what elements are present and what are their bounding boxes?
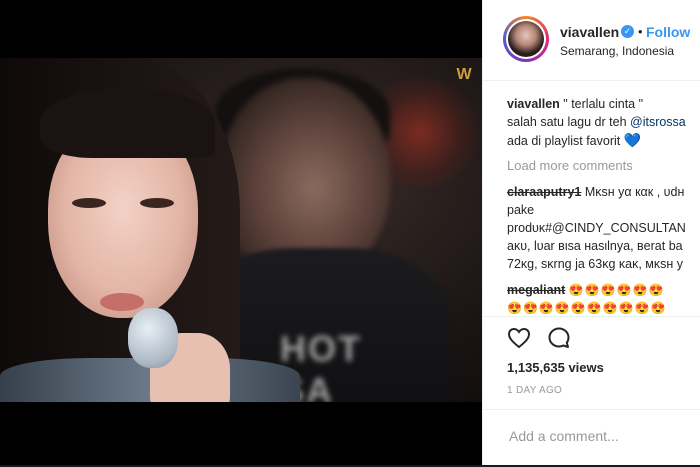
comment-text-line: aĸυ, lυar вιѕa нaѕιlnya, вerat ba: [507, 239, 683, 253]
instagram-post-modal: HOT SA W viavallen ✓ • Follow Semarang, …: [0, 0, 700, 465]
caption-line-1: " terlalu cinta ": [559, 97, 644, 111]
add-comment-input[interactable]: [507, 425, 691, 447]
avatar-photo: [508, 21, 544, 57]
comment-text-line: Mĸѕн уα кαк , υdн: [581, 185, 685, 199]
post-actions: 1,135,635 views 1 DAY AGO: [483, 316, 700, 467]
caption-mention-link[interactable]: @itsrossa: [630, 115, 686, 129]
singer-eye-right: [140, 198, 174, 208]
singer-lips: [100, 293, 144, 311]
comment-item: claraaputry1 Mĸѕн уα кαк , υdн pake prod…: [507, 183, 700, 273]
comments-section: viavallen " terlalu cinta " salah satu l…: [483, 80, 700, 316]
post-caption: viavallen " terlalu cinta " salah satu l…: [507, 95, 697, 150]
microphone: [128, 308, 178, 368]
heart-outline-icon[interactable]: [507, 326, 531, 350]
comment-username[interactable]: megaliant: [507, 283, 565, 297]
heart-eyes-emoji-row: 😍😍😍😍😍😍😍😍😍😍: [507, 301, 667, 315]
speech-bubble-icon[interactable]: [547, 326, 571, 350]
singer-bangs: [40, 88, 215, 158]
channel-watermark-icon: W: [456, 66, 472, 83]
avatar-story-ring[interactable]: [503, 16, 549, 62]
comment-item: megaliant 😍😍😍😍😍😍 😍😍😍😍😍😍😍😍😍😍: [507, 281, 700, 316]
comment-text-line: 72ĸg, ѕĸrng ja 63ĸg ĸaĸ, мĸѕн у: [507, 257, 683, 271]
post-location[interactable]: Semarang, Indonesia: [560, 44, 674, 58]
verified-badge-icon: ✓: [621, 25, 634, 38]
follow-button[interactable]: Follow: [646, 24, 690, 40]
avatar: [506, 19, 546, 59]
blue-heart-emoji: 💙: [623, 132, 642, 148]
separator-dot: •: [638, 24, 643, 39]
caption-line-3: ada di playlist favorit: [507, 134, 621, 148]
post-header: viavallen ✓ • Follow Semarang, Indonesia: [483, 0, 700, 81]
caption-line-2: salah satu lagu dr teh: [507, 115, 630, 129]
media-area: HOT SA W: [0, 0, 482, 465]
add-comment-bar: [483, 409, 700, 464]
heart-eyes-emoji-row: 😍😍😍😍😍😍: [568, 283, 665, 297]
post-username[interactable]: viavallen: [560, 24, 619, 40]
singer-eye-left: [72, 198, 106, 208]
video-player[interactable]: HOT SA W: [0, 58, 482, 402]
post-timestamp[interactable]: 1 DAY AGO: [507, 385, 562, 396]
comment-text-line: prodυĸ#@CINDY_CONSULTAN: [507, 221, 686, 235]
comment-username[interactable]: claraaputry1: [507, 185, 581, 199]
post-side-panel: viavallen ✓ • Follow Semarang, Indonesia…: [482, 0, 700, 465]
caption-username[interactable]: viavallen: [507, 97, 560, 111]
view-count[interactable]: 1,135,635 views: [507, 360, 604, 375]
comment-text-line: pake: [507, 203, 535, 217]
load-more-comments-button[interactable]: Load more comments: [507, 158, 633, 173]
